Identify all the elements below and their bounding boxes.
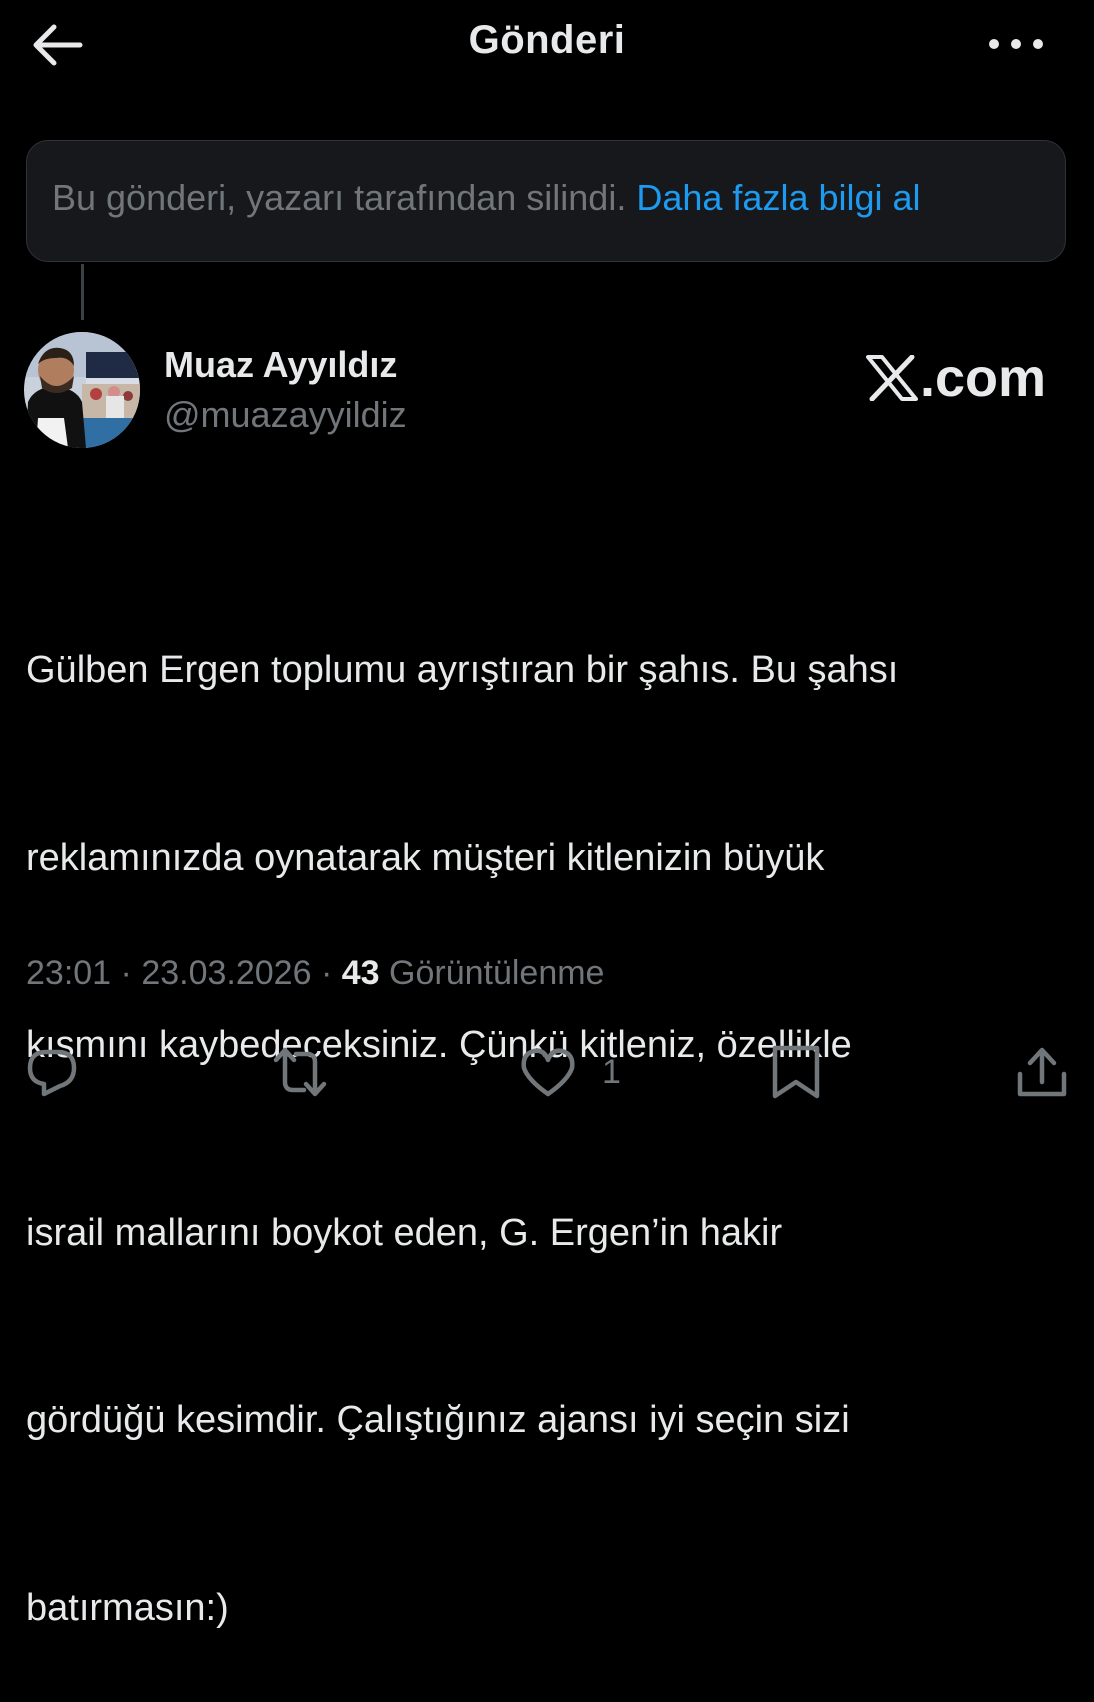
- watermark-domain: .com: [919, 348, 1046, 408]
- heart-icon: [521, 1048, 575, 1097]
- like-count: 1: [602, 1052, 621, 1091]
- x-logo-icon: [865, 355, 918, 401]
- page-title: Gönderi: [468, 18, 626, 62]
- meta-separator: ·: [320, 954, 333, 992]
- meta-separator: ·: [120, 954, 132, 992]
- tweet-text-line: reklamınızda oynatarak müşteri kitlenizi…: [26, 836, 825, 879]
- repost-button[interactable]: [272, 1044, 328, 1100]
- reply-button[interactable]: [24, 1044, 80, 1100]
- repost-icon: [273, 1047, 327, 1097]
- learn-more-link[interactable]: Daha fazla bilgi al: [636, 177, 920, 218]
- tweet-meta: 23:01 · 23.03.2026 · 43 Görüntülenme: [26, 954, 604, 993]
- post-date[interactable]: 23.03.2026: [141, 954, 311, 992]
- reply-icon: [27, 1049, 77, 1097]
- views-count: 43: [341, 954, 380, 992]
- views-label: Görüntülenme: [389, 954, 605, 992]
- deleted-notice-text: Bu gönderi, yazarı tarafından silindi. D…: [52, 177, 921, 219]
- top-bar: Gönderi: [0, 0, 1094, 90]
- x-com-watermark: .com: [865, 348, 1046, 408]
- author-name[interactable]: Muaz Ayyıldız: [164, 344, 397, 386]
- avatar[interactable]: [24, 332, 140, 448]
- deleted-post-notice: Bu gönderi, yazarı tarafından silindi. D…: [26, 140, 1066, 262]
- share-icon: [1017, 1047, 1067, 1097]
- bookmark-button[interactable]: [768, 1044, 824, 1100]
- deleted-notice-message: Bu gönderi, yazarı tarafından silindi.: [52, 177, 627, 218]
- more-options-icon[interactable]: [986, 34, 1046, 54]
- bookmark-icon: [772, 1045, 820, 1099]
- tweet-text-line: israil mallarını boykot eden, G. Ergen’i…: [26, 1211, 783, 1254]
- post-time[interactable]: 23:01: [26, 954, 111, 992]
- tweet-text: Gülben Ergen toplumu ayrıştıran bir şahı…: [26, 514, 1066, 1702]
- tweet-text-line: Gülben Ergen toplumu ayrıştıran bir şahı…: [26, 649, 899, 691]
- like-button[interactable]: 1: [520, 1044, 621, 1100]
- share-button[interactable]: [1014, 1044, 1070, 1100]
- tweet-text-line: batırmasın:): [26, 1586, 229, 1629]
- author-handle[interactable]: @muazayyildiz: [164, 394, 407, 436]
- thread-connector-line: [81, 264, 84, 320]
- tweet-text-line: gördüğü kesimdir. Çalıştığınız ajansı iy…: [26, 1399, 850, 1441]
